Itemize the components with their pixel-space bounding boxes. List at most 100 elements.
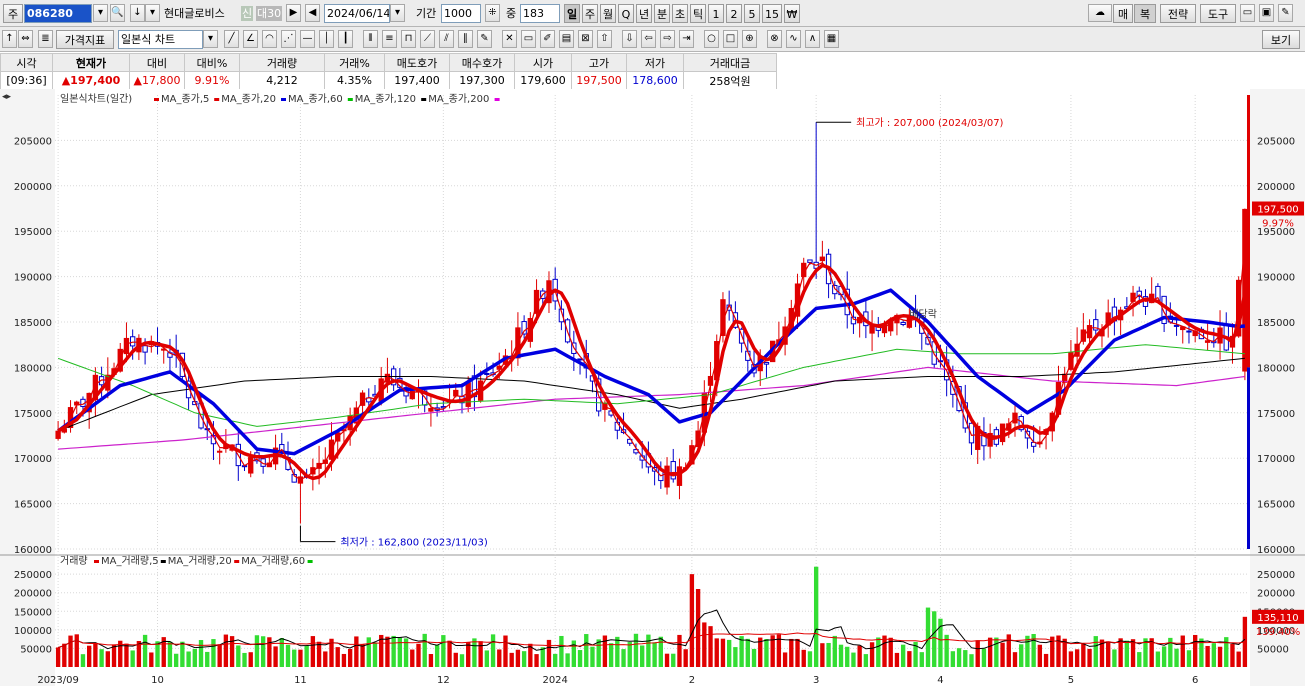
right-btn-2[interactable]: 복 [1134,4,1156,23]
interval-tab-1[interactable]: 주 [582,4,598,23]
draw-tool-26-icon[interactable]: ⊕ [742,30,757,48]
high-annotation: 최고가 : 207,000 (2024/03/07) [856,117,1003,129]
draw-tool-9-icon[interactable]: ⊓ [401,30,416,48]
tools-button[interactable]: 도구 [1200,4,1236,23]
draw-tool-28-icon[interactable]: ∿ [786,30,801,48]
price-indicator-button[interactable]: 가격지표 [56,30,114,49]
draw-tool-6-icon[interactable]: ┃ [338,30,353,48]
month-label: 12 [437,675,450,686]
draw-tool-27-icon[interactable]: ⊗ [767,30,782,48]
interval-tab-6[interactable]: 초 [672,4,688,23]
interval-tab-7[interactable]: 틱 [690,4,706,23]
margin-badge: 대30 [256,6,283,21]
draw-tool-16-icon[interactable]: ✐ [540,30,555,48]
draw-tool-20-icon[interactable]: ⇩ [622,30,637,48]
interval-tab-8[interactable]: 1 [708,4,724,23]
interval-tab-2[interactable]: 월 [600,4,616,23]
candle-body [1173,324,1180,327]
volume-bar [62,643,67,667]
quote-header-11: 거래대금 [683,53,777,72]
expand-icon[interactable]: ⁜ [485,4,500,22]
date-input[interactable]: 2024/06/14 [324,4,390,23]
period-input[interactable]: 1000 [441,4,481,23]
draw-tool-14-icon[interactable]: ✕ [502,30,517,48]
drawing-toolbar: ↑ ⇔ ≣ 가격지표 일본식 차트 ▾ ╱ ∠ ◠ ⋰ — │ ┃ ⦀ ≡ ⊓ ⟋ ⫽ ∥ ✎ ✕ ▭ ✐ ▤ ⊠ ⇧… [0,27,1305,52]
code-dropdown-icon[interactable]: ▾ [93,4,108,22]
interval-tab-3[interactable]: Q [618,4,634,23]
date-dropdown-icon[interactable]: ▾ [390,4,405,22]
volume-bar [397,637,403,667]
price-legend-title: 일본식차트(일간) [60,93,132,105]
interval-tab-10[interactable]: 5 [744,4,760,23]
volume-bar [1137,652,1142,667]
save-icon[interactable]: ▣ [1259,4,1274,22]
volume-bar [1224,637,1229,667]
draw-tool-25-icon[interactable]: □ [723,30,738,48]
stock-chart[interactable]: ◂▸ 160000 160000 165000 165000 170000 170000 17… [0,89,1305,686]
count-label: 중 [506,7,517,20]
interval-tab-9[interactable]: 2 [726,4,742,23]
draw-tool-17-icon[interactable]: ▤ [559,30,574,48]
volume-bar [1025,635,1030,667]
draw-tool-2-icon[interactable]: ◠ [262,30,277,48]
interval-tab-4[interactable]: 년 [636,4,652,23]
stock-code-input[interactable]: 086280 [24,4,92,23]
chart-type-select[interactable]: 일본식 차트 [118,30,203,49]
stock-name: 현대글로비스 [164,7,225,20]
draw-tool-5-icon[interactable]: │ [319,30,334,48]
search-icon[interactable]: 🔍 [110,4,125,22]
volume-legend-item: MA_거래량,5 [101,555,159,567]
interval-tab-0[interactable]: 일 [564,4,580,23]
draw-tool-29-icon[interactable]: ∧ [805,30,820,48]
list-icon[interactable]: ≣ [38,30,53,48]
price-legend-marker [421,98,427,101]
volume-bar [366,637,371,667]
draw-tool-13-icon[interactable]: ✎ [477,30,492,48]
play-icon[interactable]: ▶ [286,4,301,22]
sort-dropdown-icon[interactable]: ▾ [145,4,160,22]
interval-tab-11[interactable]: 15 [762,4,782,23]
draw-tool-18-icon[interactable]: ⊠ [578,30,593,48]
price-axis-label-right: 165000 [1257,500,1295,511]
quote-value-9: 197,500 [571,71,627,90]
draw-tool-11-icon[interactable]: ⫽ [439,30,454,48]
interval-tab-5[interactable]: 분 [654,4,670,23]
view-button[interactable]: 보기 [1262,30,1300,49]
wrench-icon[interactable]: ✎ [1278,4,1293,22]
draw-tool-3-icon[interactable]: ⋰ [281,30,296,48]
draw-tool-15-icon[interactable]: ▭ [521,30,536,48]
draw-tool-19-icon[interactable]: ⇧ [597,30,612,48]
draw-tool-4-icon[interactable]: — [300,30,315,48]
draw-tool-22-icon[interactable]: ⇨ [660,30,675,48]
interval-tab-12[interactable]: ₩ [784,4,800,23]
volume-bar [789,638,794,667]
draw-tool-10-icon[interactable]: ⟋ [420,30,435,48]
arrows-icon[interactable]: ⇔ [18,30,33,48]
strategy-button[interactable]: 전략 [1160,4,1196,23]
draw-tool-12-icon[interactable]: ∥ [458,30,473,48]
draw-tool-0-icon[interactable]: ╱ [224,30,239,48]
folder-icon[interactable]: ▭ [1240,4,1255,22]
sort-icon[interactable]: ↓ [130,4,145,22]
back-icon[interactable]: ◀ [305,4,320,22]
draw-tool-7-icon[interactable]: ⦀ [363,30,378,48]
draw-tool-24-icon[interactable]: ○ [704,30,719,48]
market-tab[interactable]: 주 [3,4,23,23]
chart-type-dropdown-icon[interactable]: ▾ [203,30,218,48]
right-btn-1[interactable]: 매 [1113,4,1133,23]
price-axis-label-left: 205000 [14,136,52,147]
volume-bar [807,651,813,667]
month-label: 5 [1068,675,1074,686]
draw-tool-30-icon[interactable]: ▦ [824,30,839,48]
arrow-up-icon[interactable]: ↑ [2,30,17,48]
cloud-icon[interactable]: ☁ [1088,4,1112,22]
candle-body [1186,330,1192,333]
draw-tool-23-icon[interactable]: ⇥ [679,30,694,48]
draw-tool-8-icon[interactable]: ≡ [382,30,397,48]
count-input[interactable]: 183 [520,4,560,23]
draw-tool-21-icon[interactable]: ⇦ [641,30,656,48]
price-axis-label-left: 160000 [14,545,52,556]
candle-body [664,465,670,488]
draw-tool-1-icon[interactable]: ∠ [243,30,258,48]
quote-header-4: 거래량 [239,53,325,72]
